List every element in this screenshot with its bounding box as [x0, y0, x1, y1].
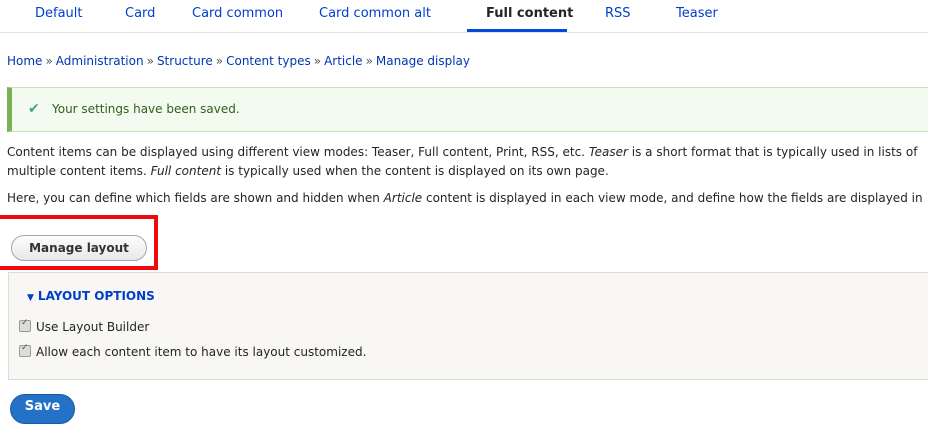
- use-layout-builder-checkbox[interactable]: [19, 318, 31, 332]
- triangle-down-icon: ▼: [27, 293, 34, 303]
- layout-options-title: LAYOUT OPTIONS: [37, 289, 155, 303]
- tab-card-common-alt[interactable]: Card common alt: [319, 6, 431, 21]
- description-emphasis: Teaser: [588, 145, 628, 159]
- tab-card-common[interactable]: Card common: [192, 6, 283, 21]
- description-emphasis: Full content: [150, 164, 222, 178]
- breadcrumb-separator: »: [313, 54, 322, 68]
- description-text: is typically used when the content is di…: [221, 164, 609, 178]
- status-message-text: Your settings have been saved.: [52, 102, 240, 116]
- tab-full-content[interactable]: Full content: [486, 6, 573, 21]
- breadcrumb-content-types[interactable]: Content types: [226, 54, 311, 68]
- breadcrumb-home[interactable]: Home: [7, 54, 42, 68]
- layout-options-toggle[interactable]: ▼ LAYOUT OPTIONS: [27, 289, 155, 303]
- breadcrumb-separator: »: [215, 54, 224, 68]
- breadcrumb-separator: »: [146, 54, 154, 68]
- manage-layout-button[interactable]: Manage layout: [11, 235, 147, 261]
- status-message: ✔ Your settings have been saved.: [7, 87, 928, 132]
- breadcrumb-separator: »: [45, 54, 53, 68]
- breadcrumb-manage-display[interactable]: Manage display: [376, 54, 470, 68]
- breadcrumb-article[interactable]: Article: [324, 54, 363, 68]
- breadcrumb: Home» Administration» Structure» Content ty…: [7, 54, 470, 68]
- tab-default[interactable]: Default: [35, 6, 83, 21]
- use-layout-builder-label: Use Layout Builder: [36, 320, 150, 334]
- view-mode-tabs: Default Card Card common Card common alt…: [0, 0, 928, 33]
- use-layout-builder-option: Use Layout Builder: [19, 318, 150, 334]
- view-modes-description: Content items can be displayed using dif…: [7, 143, 928, 181]
- allow-custom-checkbox[interactable]: [19, 343, 31, 357]
- active-tab-indicator: [467, 29, 567, 32]
- checkmark-icon: ✔: [28, 101, 40, 117]
- save-button[interactable]: Save: [10, 394, 75, 424]
- description-text: Content items can be displayed using dif…: [7, 145, 589, 159]
- tab-rss[interactable]: RSS: [605, 6, 631, 21]
- fields-description: Here, you can define which fields are sh…: [7, 189, 928, 210]
- allow-custom-option: Allow each content item to have its layo…: [19, 343, 367, 359]
- description-emphasis: Article: [383, 191, 423, 205]
- breadcrumb-separator: »: [365, 54, 373, 68]
- breadcrumb-structure[interactable]: Structure: [157, 54, 213, 68]
- description-text: Here, you can define which fields are sh…: [7, 191, 384, 205]
- breadcrumb-administration[interactable]: Administration: [56, 54, 144, 68]
- tab-teaser[interactable]: Teaser: [676, 6, 718, 21]
- tab-card[interactable]: Card: [125, 6, 155, 21]
- allow-custom-label: Allow each content item to have its layo…: [36, 345, 367, 359]
